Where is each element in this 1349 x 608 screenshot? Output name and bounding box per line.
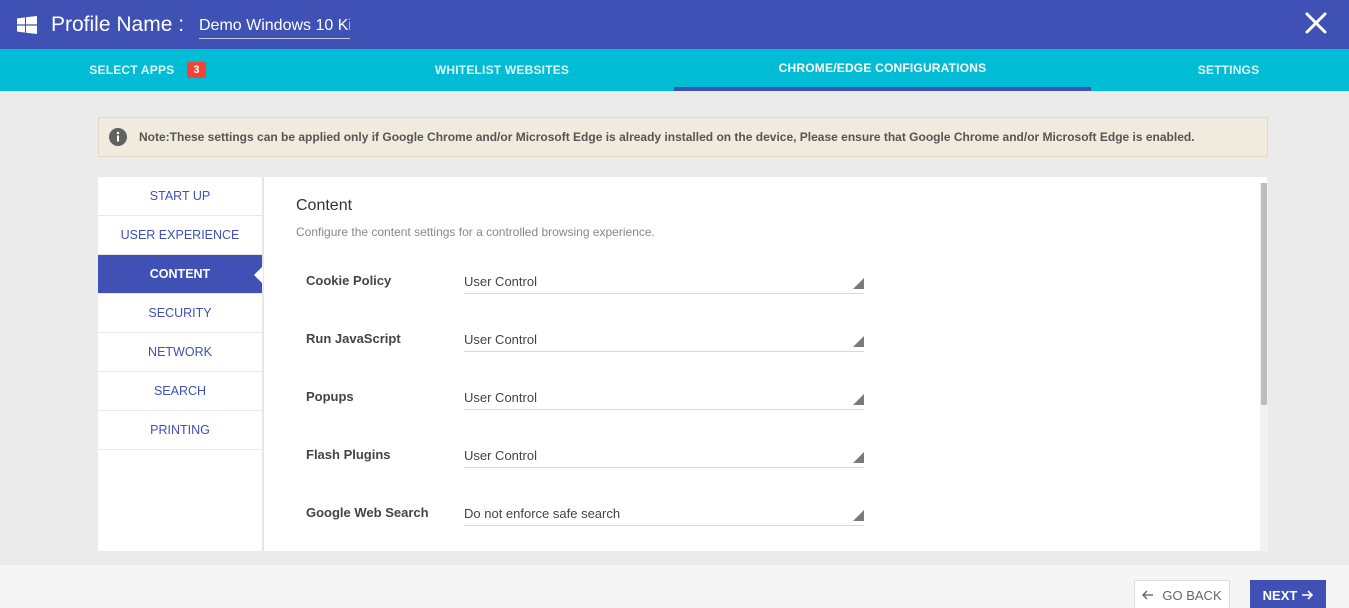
select-value: User Control xyxy=(464,332,537,347)
section-subtitle: Configure the content settings for a con… xyxy=(296,225,655,239)
arrow-right-icon xyxy=(1302,590,1314,600)
google-web-search-select[interactable]: Do not enforce safe search xyxy=(464,505,864,526)
select-value: User Control xyxy=(464,390,537,405)
profile-name-label: Profile Name : xyxy=(51,13,185,36)
tab-label: SELECT APPS xyxy=(89,63,175,77)
setting-row-cookie-policy: Cookie Policy User Control xyxy=(306,273,866,313)
sidebar-item-network[interactable]: NETWORK xyxy=(98,333,262,372)
sidebar-item-label: CONTENT xyxy=(149,267,211,281)
go-back-label: GO BACK xyxy=(1162,587,1222,603)
select-value: User Control xyxy=(464,448,537,463)
sidebar-item-label: NETWORK xyxy=(148,345,212,359)
sidebar-item-label: USER EXPERIENCE xyxy=(120,228,240,242)
tab-label: WHITELIST WEBSITES xyxy=(434,63,570,77)
scrollbar-thumb[interactable] xyxy=(1261,183,1267,405)
note-banner: Note:These settings can be applied only … xyxy=(98,117,1268,157)
popups-select[interactable]: User Control xyxy=(464,389,864,410)
sidebar-item-content[interactable]: CONTENT xyxy=(98,255,263,294)
setting-label: Run JavaScript xyxy=(306,331,401,346)
run-javascript-select[interactable]: User Control xyxy=(464,331,864,352)
next-button[interactable]: NEXT xyxy=(1250,580,1326,608)
tab-chrome-edge-configurations[interactable]: CHROME/EDGE CONFIGURATIONS xyxy=(674,49,1091,91)
dropdown-arrow-icon xyxy=(853,336,864,347)
go-back-button[interactable]: GO BACK xyxy=(1134,580,1230,608)
setting-row-flash-plugins: Flash Plugins User Control xyxy=(306,447,866,487)
app-count-badge: 3 xyxy=(187,62,206,78)
select-value: User Control xyxy=(464,274,537,289)
close-icon[interactable] xyxy=(1303,10,1329,36)
next-label: NEXT xyxy=(1262,587,1298,603)
tab-bar: SELECT APPS 3 WHITELIST WEBSITES CHROME/… xyxy=(0,49,1349,91)
sidebar-item-label: SEARCH xyxy=(153,384,207,398)
setting-label: Popups xyxy=(306,389,354,404)
header-bar: Profile Name : xyxy=(0,0,1349,49)
setting-row-run-javascript: Run JavaScript User Control xyxy=(306,331,866,371)
sidebar-item-printing[interactable]: PRINTING xyxy=(98,411,262,450)
setting-row-google-web-search: Google Web Search Do not enforce safe se… xyxy=(306,505,866,545)
setting-row-popups: Popups User Control xyxy=(306,389,866,429)
tab-label: CHROME/EDGE CONFIGURATIONS xyxy=(778,61,987,75)
setting-label: Flash Plugins xyxy=(306,447,391,462)
arrow-left-icon xyxy=(1142,590,1154,600)
tab-select-apps[interactable]: SELECT APPS 3 xyxy=(0,49,295,91)
tab-label: SETTINGS xyxy=(1197,63,1260,77)
windows-logo-icon xyxy=(17,16,37,34)
dropdown-arrow-icon xyxy=(853,510,864,521)
sidebar-item-label: START UP xyxy=(149,189,211,203)
config-panel: START UP USER EXPERIENCE CONTENT SECURIT… xyxy=(98,177,1267,551)
tab-whitelist-websites[interactable]: WHITELIST WEBSITES xyxy=(355,49,649,91)
setting-label: Google Web Search xyxy=(306,505,429,520)
sidebar-item-security[interactable]: SECURITY xyxy=(98,294,262,333)
sidebar-item-search[interactable]: SEARCH xyxy=(98,372,262,411)
dropdown-arrow-icon xyxy=(853,394,864,405)
tab-settings[interactable]: SETTINGS xyxy=(1108,49,1349,91)
profile-name-input[interactable] xyxy=(199,14,350,39)
cookie-policy-select[interactable]: User Control xyxy=(464,273,864,294)
setting-label: Cookie Policy xyxy=(306,273,392,288)
sidebar-item-user-experience[interactable]: USER EXPERIENCE xyxy=(98,216,262,255)
sidebar: START UP USER EXPERIENCE CONTENT SECURIT… xyxy=(98,177,264,551)
dropdown-arrow-icon xyxy=(853,278,864,289)
flash-plugins-select[interactable]: User Control xyxy=(464,447,864,468)
select-value: Do not enforce safe search xyxy=(464,506,621,521)
content-section: Content Configure the content settings f… xyxy=(296,177,1256,551)
sidebar-item-start-up[interactable]: START UP xyxy=(98,177,262,216)
sidebar-item-label: SECURITY xyxy=(148,306,212,320)
note-text: Note:These settings can be applied only … xyxy=(139,130,1195,144)
dropdown-arrow-icon xyxy=(853,452,864,463)
section-title: Content xyxy=(296,197,353,214)
sidebar-item-label: PRINTING xyxy=(150,423,210,437)
info-icon xyxy=(109,128,127,146)
